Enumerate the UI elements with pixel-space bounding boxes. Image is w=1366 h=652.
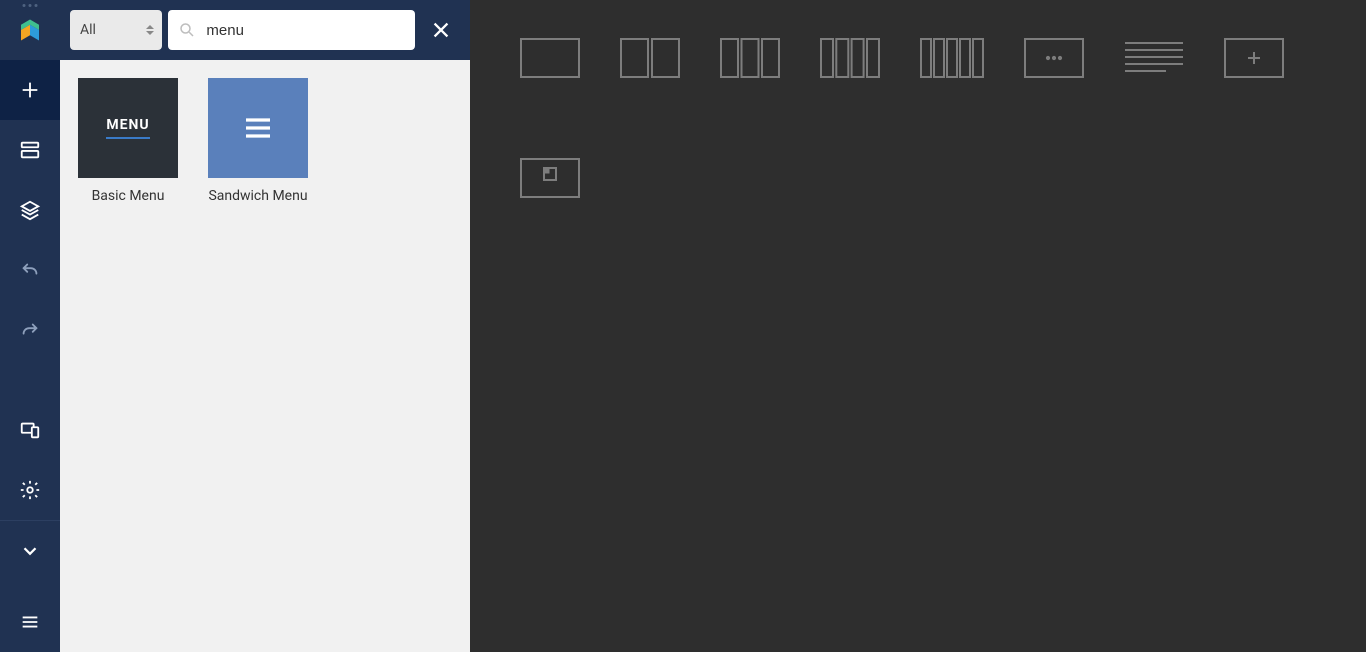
plus-icon <box>19 79 41 101</box>
element-label: Basic Menu <box>92 188 165 204</box>
menu-toggle-button[interactable] <box>0 592 60 652</box>
layout-4-col[interactable] <box>820 38 880 78</box>
elements-grid: MENU Basic Menu Sandwich Menu <box>60 60 470 652</box>
panel-header: All <box>60 0 470 60</box>
thumb-text: MENU <box>106 117 149 133</box>
element-label: Sandwich Menu <box>208 188 307 204</box>
template-icon <box>19 139 41 161</box>
chevron-down-icon <box>19 540 41 562</box>
redo-button[interactable] <box>0 300 60 360</box>
layout-1-col[interactable] <box>520 38 580 78</box>
main-sidebar <box>0 0 60 652</box>
elements-panel: All MENU Basic Menu Sandwich Menu <box>60 0 470 652</box>
undo-button[interactable] <box>0 240 60 300</box>
hamburger-icon <box>19 611 41 633</box>
add-element-button[interactable] <box>0 60 60 120</box>
category-dropdown[interactable]: All <box>70 10 162 50</box>
sandwich-menu-thumb <box>208 78 308 178</box>
search-box <box>168 10 415 50</box>
redo-icon <box>19 319 41 341</box>
close-icon <box>430 19 452 41</box>
layout-2-col[interactable] <box>620 38 680 78</box>
layers-icon <box>19 199 41 221</box>
hamburger-icon <box>242 112 274 144</box>
templates-button[interactable] <box>0 120 60 180</box>
responsive-button[interactable] <box>0 400 60 460</box>
layout-3-col[interactable] <box>720 38 780 78</box>
row-layout-toolbar <box>520 38 1316 198</box>
template-block[interactable] <box>520 158 580 198</box>
devices-icon <box>19 419 41 441</box>
undo-icon <box>19 259 41 281</box>
basic-menu-thumb: MENU <box>78 78 178 178</box>
drag-dots-icon <box>23 4 38 7</box>
publish-button[interactable] <box>0 520 60 580</box>
dropdown-selected: All <box>80 22 96 38</box>
layout-5-col[interactable] <box>920 38 984 78</box>
close-panel-button[interactable] <box>421 10 460 50</box>
gear-icon <box>19 479 41 501</box>
add-element-block[interactable] <box>1224 38 1284 78</box>
settings-button[interactable] <box>0 460 60 520</box>
element-sandwich-menu[interactable]: Sandwich Menu <box>208 78 308 634</box>
text-block[interactable] <box>1124 38 1184 78</box>
layout-custom[interactable] <box>1024 38 1084 78</box>
element-basic-menu[interactable]: MENU Basic Menu <box>78 78 178 634</box>
tree-view-button[interactable] <box>0 180 60 240</box>
search-input[interactable] <box>206 22 405 39</box>
thumb-underline <box>106 137 150 139</box>
sort-chevrons-icon <box>146 25 154 35</box>
vc-logo-icon <box>15 15 45 45</box>
search-icon <box>178 21 196 39</box>
editor-canvas <box>470 0 1366 652</box>
app-logo <box>0 0 60 60</box>
